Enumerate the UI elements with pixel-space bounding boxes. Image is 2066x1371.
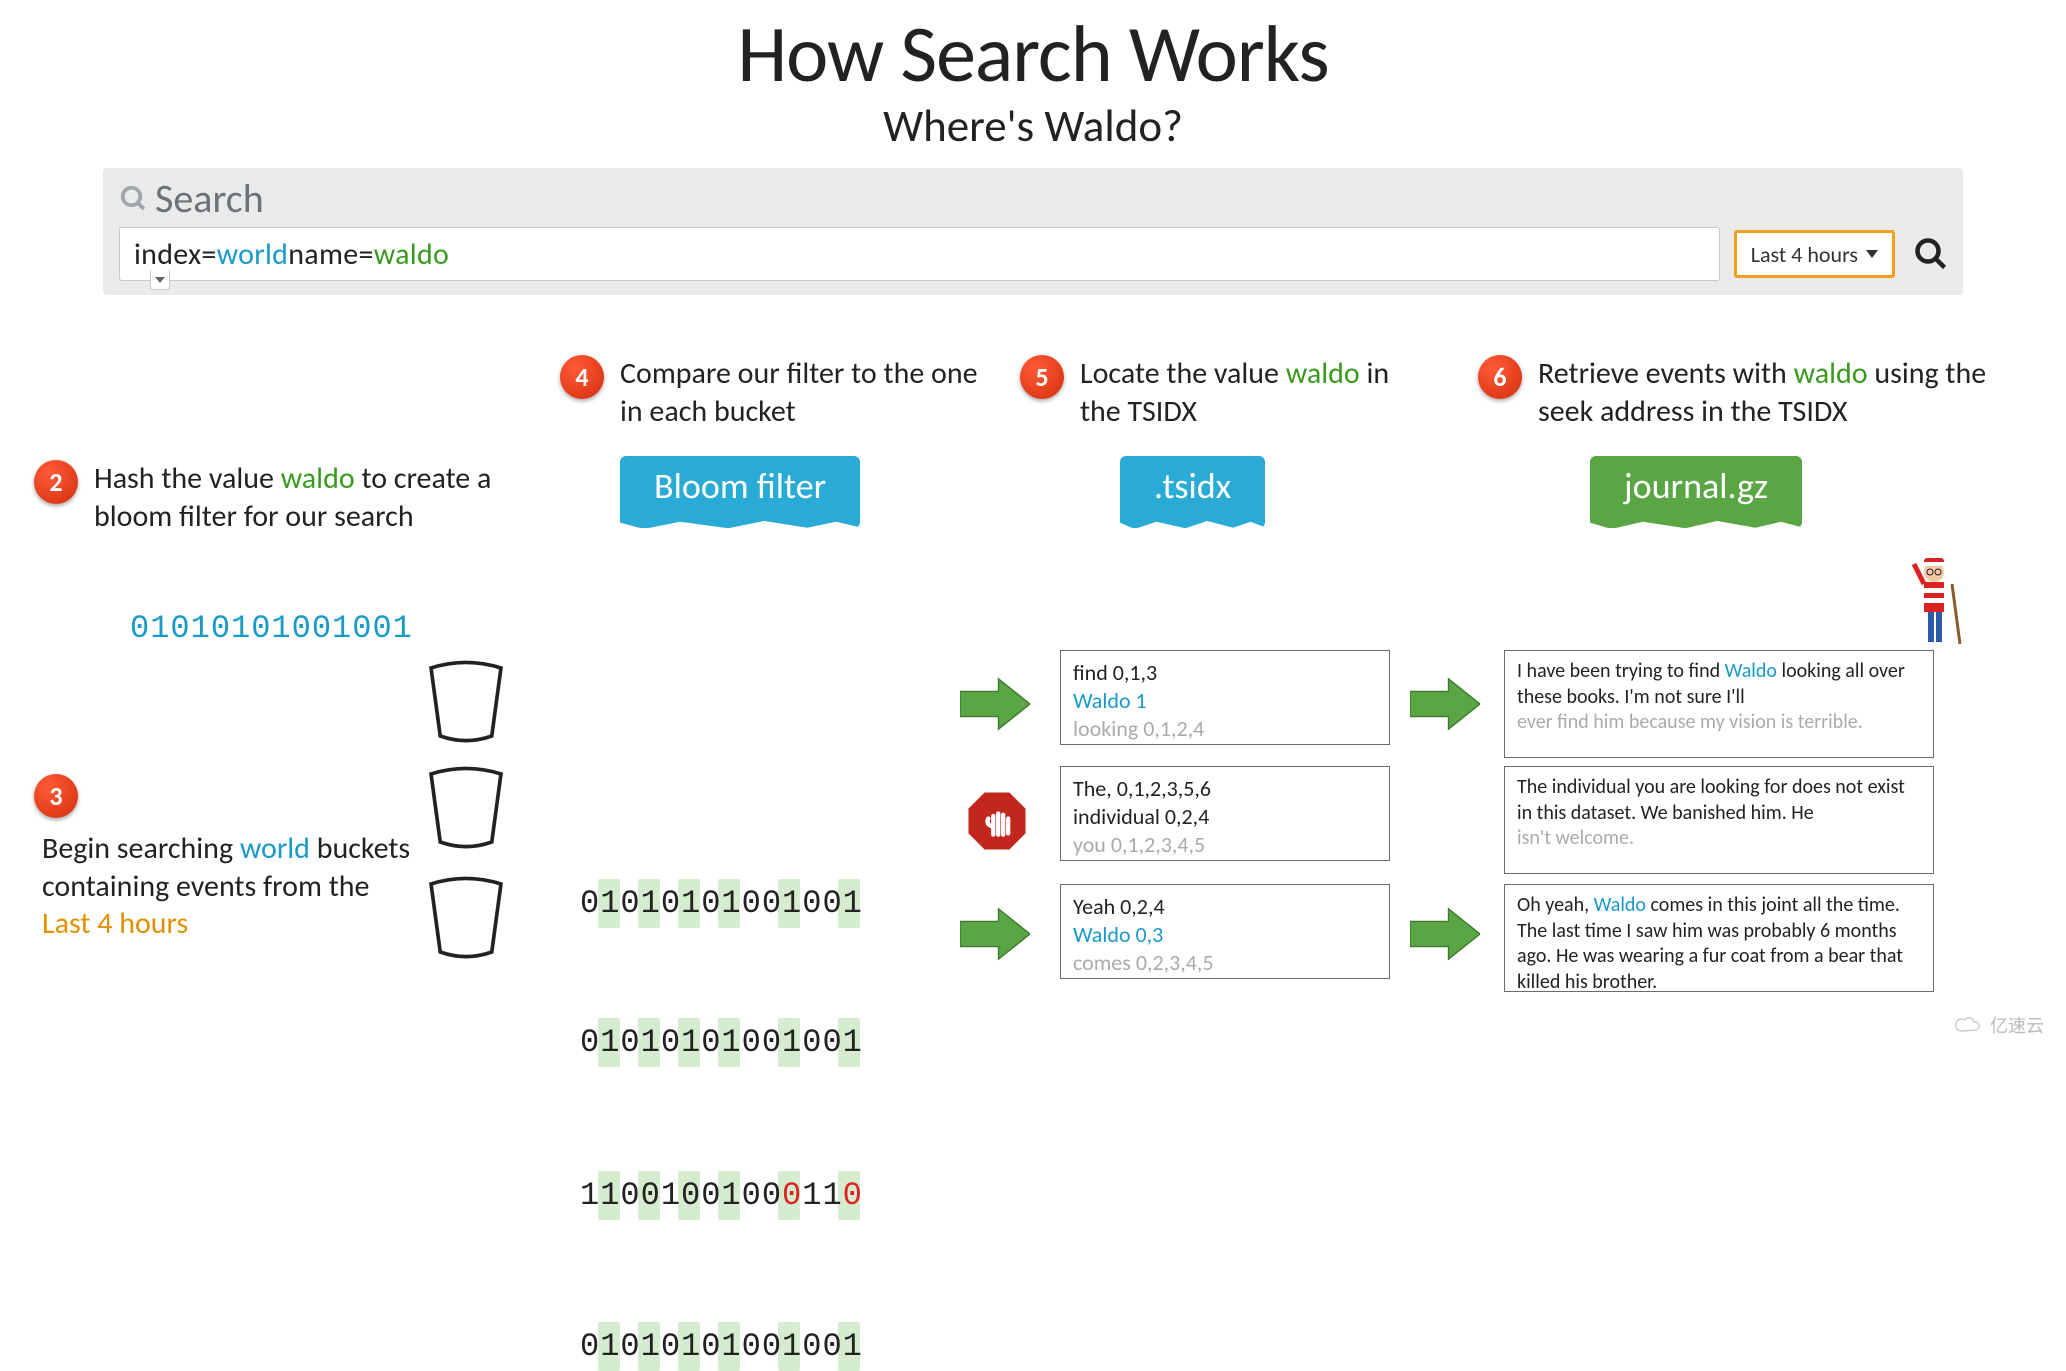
cloud-icon [1954, 1015, 1982, 1035]
chevron-down-icon [1866, 250, 1878, 258]
step2-text: Hash the value waldo to create a bloom f… [94, 460, 504, 535]
bucket-icon [420, 766, 512, 850]
bucket-icon [420, 876, 512, 960]
journal-banner: journal.gz [1590, 456, 1802, 528]
step6-text: Retrieve events with waldo using the see… [1538, 355, 1998, 430]
time-range-picker[interactable]: Last 4 hours [1734, 230, 1895, 278]
go-arrow-icon [960, 676, 1030, 732]
step-badge-5: 5 [1020, 355, 1064, 399]
search-input[interactable]: index=world name=waldo [119, 227, 1720, 281]
search-icon [119, 184, 149, 214]
go-arrow-icon [960, 906, 1030, 962]
expand-caret-icon[interactable] [150, 270, 170, 290]
tsidx-banner: .tsidx [1120, 456, 1265, 528]
tsidx-result-3: Yeah 0,2,4 Waldo 0,3 comes 0,2,3,4,5 [1060, 884, 1390, 979]
slide-title: How Search Works [0, 6, 2066, 103]
query-val-world: world [217, 236, 289, 273]
bucket-icon [420, 660, 512, 744]
query-val-waldo: waldo [374, 236, 449, 273]
step-badge-3: 3 [34, 774, 78, 818]
search-panel: Search index=world name=waldo Last 4 hou… [103, 168, 1963, 295]
go-arrow-icon [1410, 676, 1480, 732]
query-seg2: name= [288, 236, 373, 273]
watermark: 亿速云 [1954, 1012, 2044, 1038]
tsidx-result-1: find 0,1,3 Waldo 1 looking 0,1,2,4 [1060, 650, 1390, 745]
filter-bits-row2: 11001001000110 [580, 1177, 2066, 1214]
slide-subtitle: Where's Waldo? [0, 99, 2066, 154]
go-arrow-icon [1410, 906, 1480, 962]
event-result-3: Oh yeah, Waldo comes in this joint all t… [1504, 884, 1934, 992]
step2-bits: 01010101001001 [130, 610, 413, 647]
search-heading-text: Search [155, 174, 264, 223]
step-badge-2: 2 [34, 460, 78, 504]
event-result-1: I have been trying to find Waldo looking… [1504, 650, 1934, 758]
search-heading: Search [119, 174, 1953, 223]
step3-text: Begin searching world buckets containing… [42, 830, 422, 943]
run-search-button[interactable] [1909, 232, 1953, 276]
query-seg: index= [134, 236, 217, 273]
search-icon [1913, 236, 1949, 272]
step4-text: Compare our filter to the one in each bu… [620, 355, 980, 430]
stop-icon [966, 790, 1028, 852]
event-result-2: The individual you are looking for does … [1504, 766, 1934, 874]
filter-bits-row3: 01010101001001 [580, 1328, 2066, 1365]
filter-bits-row1: 01010101001001 [580, 1024, 2066, 1061]
step-badge-6: 6 [1478, 355, 1522, 399]
tsidx-result-2: The, 0,1,2,3,5,6 individual 0,2,4 you 0,… [1060, 766, 1390, 861]
step-badge-4: 4 [560, 355, 604, 399]
waldo-character-icon [1900, 554, 1970, 654]
bloom-filter-banner: Bloom filter [620, 456, 860, 528]
step5-text: Locate the value waldo in the TSIDX [1080, 355, 1420, 430]
time-range-label: Last 4 hours [1751, 241, 1858, 268]
